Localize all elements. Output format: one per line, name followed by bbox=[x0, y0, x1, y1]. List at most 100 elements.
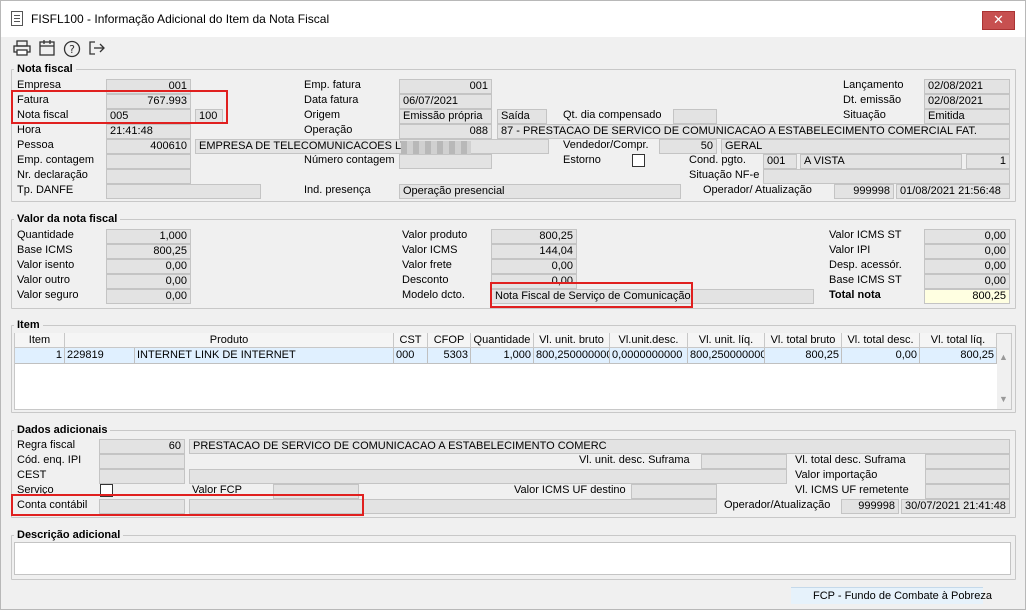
cest-field[interactable] bbox=[99, 469, 185, 484]
valor-icms-field[interactable]: 144,04 bbox=[491, 244, 577, 259]
valor-seguro-label: Valor seguro bbox=[17, 289, 79, 301]
qt-dia-compensado-field[interactable] bbox=[673, 109, 717, 124]
col-vl-unit-desc-header[interactable]: Vl.unit.desc. bbox=[610, 333, 688, 348]
servico-checkbox[interactable] bbox=[100, 484, 113, 497]
col-produto-header[interactable]: Produto bbox=[65, 333, 394, 348]
origem-tipo-field[interactable]: Saída bbox=[497, 109, 547, 124]
valor-importacao-field[interactable] bbox=[925, 469, 1010, 484]
vl-total-desc-suframa-field[interactable] bbox=[925, 454, 1010, 469]
col-cst-header[interactable]: CST bbox=[394, 333, 428, 348]
cell-cst[interactable]: 000 bbox=[394, 348, 428, 364]
vl-icms-uf-remetente-field[interactable] bbox=[925, 484, 1010, 499]
valor-seguro-field[interactable]: 0,00 bbox=[106, 289, 191, 304]
regra-fiscal-code-field[interactable]: 60 bbox=[99, 439, 185, 454]
vendedor-name-field[interactable]: GERAL bbox=[721, 139, 1010, 154]
operacao-code-field[interactable]: 088 bbox=[399, 124, 492, 139]
close-button[interactable]: ✕ bbox=[982, 11, 1015, 30]
cell-quantidade[interactable]: 1,000 bbox=[471, 348, 534, 364]
col-vl-unit-bruto-header[interactable]: Vl. unit. bruto bbox=[534, 333, 610, 348]
situacao-nfe-field[interactable] bbox=[763, 169, 1010, 184]
scroll-up-icon[interactable]: ▲ bbox=[999, 352, 1008, 362]
cell-vl-total-desc[interactable]: 0,00 bbox=[842, 348, 920, 364]
operador-code-field[interactable]: 999998 bbox=[834, 184, 894, 199]
lancamento-field[interactable]: 02/08/2021 bbox=[924, 79, 1010, 94]
col-vl-total-desc-header[interactable]: Vl. total desc. bbox=[842, 333, 920, 348]
quantidade-field[interactable]: 1,000 bbox=[106, 229, 191, 244]
cell-vl-unit-desc[interactable]: 0,0000000000 bbox=[610, 348, 688, 364]
cond-pgto-label: Cond. pgto. bbox=[689, 154, 746, 166]
col-vl-total-bruto-header[interactable]: Vl. total bruto bbox=[765, 333, 842, 348]
operador-atualizacao-code-field[interactable]: 999998 bbox=[841, 499, 899, 514]
cell-cfop[interactable]: 5303 bbox=[428, 348, 471, 364]
estorno-checkbox[interactable] bbox=[632, 154, 645, 167]
fatura-field[interactable]: 767.993 bbox=[106, 94, 191, 109]
cell-produto-desc[interactable]: INTERNET LINK DE INTERNET bbox=[135, 348, 394, 364]
col-quantidade-header[interactable]: Quantidade bbox=[471, 333, 534, 348]
empresa-field[interactable]: 001 bbox=[106, 79, 191, 94]
valor-icms-st-field[interactable]: 0,00 bbox=[924, 229, 1010, 244]
base-icms-field[interactable]: 800,25 bbox=[106, 244, 191, 259]
total-nota-field[interactable]: 800,25 bbox=[924, 289, 1010, 304]
cell-vl-unit-bruto[interactable]: 800,2500000000 bbox=[534, 348, 610, 364]
nr-declaracao-field[interactable] bbox=[106, 169, 191, 184]
modelo-dcto-field[interactable]: Nota Fiscal de Serviço de Comunicação bbox=[491, 289, 814, 304]
situacao-field[interactable]: Emitida bbox=[924, 109, 1010, 124]
numero-contagem-field[interactable] bbox=[399, 154, 492, 169]
calendar-icon[interactable] bbox=[37, 40, 57, 58]
scroll-down-icon[interactable]: ▼ bbox=[999, 394, 1008, 404]
regra-fiscal-desc-field[interactable]: PRESTACAO DE SERVICO DE COMUNICACAO A ES… bbox=[189, 439, 1010, 454]
exit-icon[interactable] bbox=[87, 40, 107, 58]
cell-vl-total-liq[interactable]: 800,25 bbox=[920, 348, 997, 364]
desconto-field[interactable]: 0,00 bbox=[491, 274, 577, 289]
nota-serie-field[interactable]: 100 bbox=[195, 109, 223, 124]
pessoa-name-field[interactable]: EMPRESA DE TELECOMUNICACOES LTDA bbox=[195, 139, 549, 154]
base-icms-st-field[interactable]: 0,00 bbox=[924, 274, 1010, 289]
descricao-textarea[interactable] bbox=[14, 542, 1011, 575]
help-icon[interactable]: ? bbox=[62, 40, 82, 58]
nota-fiscal-field[interactable]: 005 bbox=[106, 109, 191, 124]
cest-desc-field[interactable] bbox=[189, 469, 787, 484]
desp-acessor-field[interactable]: 0,00 bbox=[924, 259, 1010, 274]
cod-enq-ipi-field[interactable] bbox=[99, 454, 185, 469]
empresa-label: Empresa bbox=[17, 79, 62, 91]
col-cfop-header[interactable]: CFOP bbox=[428, 333, 471, 348]
cell-item[interactable]: 1 bbox=[15, 348, 65, 364]
pessoa-code-field[interactable]: 400610 bbox=[106, 139, 191, 154]
origem-field[interactable]: Emissão própria bbox=[399, 109, 492, 124]
valor-frete-field[interactable]: 0,00 bbox=[491, 259, 577, 274]
nota-fiscal-title: Nota fiscal bbox=[14, 63, 76, 75]
emp-contagem-field[interactable] bbox=[106, 154, 191, 169]
vendedor-code-field[interactable]: 50 bbox=[659, 139, 717, 154]
valor-fcp-field[interactable] bbox=[273, 484, 359, 499]
conta-contabil-desc-field[interactable] bbox=[189, 499, 717, 514]
data-fatura-field[interactable]: 06/07/2021 bbox=[399, 94, 492, 109]
valor-produto-label: Valor produto bbox=[402, 229, 468, 241]
cond-pgto-desc-field[interactable]: A VISTA bbox=[800, 154, 962, 169]
cond-pgto-parcela-field[interactable]: 1 bbox=[966, 154, 1010, 169]
emp-fatura-field[interactable]: 001 bbox=[399, 79, 492, 94]
tp-danfe-field[interactable] bbox=[106, 184, 261, 199]
ind-presenca-field[interactable]: Operação presencial bbox=[399, 184, 681, 199]
conta-contabil-code-field[interactable] bbox=[99, 499, 185, 514]
cell-produto-code[interactable]: 229819 bbox=[65, 348, 135, 364]
vl-unit-desc-suframa-field[interactable] bbox=[701, 454, 787, 469]
cell-vl-total-bruto[interactable]: 800,25 bbox=[765, 348, 842, 364]
valor-produto-field[interactable]: 800,25 bbox=[491, 229, 577, 244]
col-vl-total-liq-header[interactable]: Vl. total líq. bbox=[920, 333, 997, 348]
hora-field[interactable]: 21:41:48 bbox=[106, 124, 191, 139]
col-item-header[interactable]: Item bbox=[15, 333, 65, 348]
valor-outro-field[interactable]: 0,00 bbox=[106, 274, 191, 289]
operador-date-field[interactable]: 01/08/2021 21:56:48 bbox=[896, 184, 1010, 199]
operacao-desc-field[interactable]: 87 - PRESTACAO DE SERVICO DE COMUNICACAO… bbox=[497, 124, 1010, 139]
col-vl-unit-liq-header[interactable]: Vl. unit. líq. bbox=[688, 333, 765, 348]
grid-scrollbar[interactable]: ▲ ▼ bbox=[997, 334, 1011, 409]
cell-vl-unit-liq[interactable]: 800,2500000000 bbox=[688, 348, 765, 364]
cond-pgto-code-field[interactable]: 001 bbox=[763, 154, 797, 169]
printer-icon[interactable] bbox=[12, 40, 32, 58]
item-title: Item bbox=[14, 319, 43, 331]
valor-isento-field[interactable]: 0,00 bbox=[106, 259, 191, 274]
operador-atualizacao-date-field[interactable]: 30/07/2021 21:41:48 bbox=[901, 499, 1010, 514]
valor-ipi-field[interactable]: 0,00 bbox=[924, 244, 1010, 259]
dt-emissao-field[interactable]: 02/08/2021 bbox=[924, 94, 1010, 109]
valor-icms-uf-destino-field[interactable] bbox=[631, 484, 717, 499]
